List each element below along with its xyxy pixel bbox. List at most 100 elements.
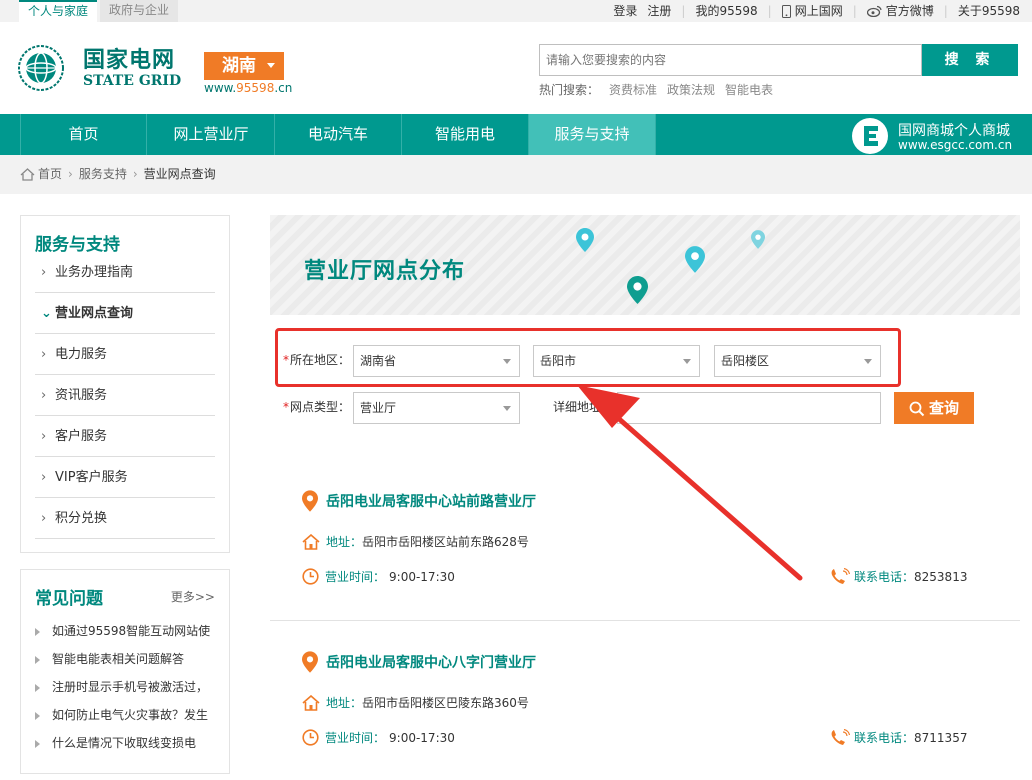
sidebar-item-info-service[interactable]: › 资讯服务: [35, 375, 215, 416]
tab-government-enterprise[interactable]: 政府与企业: [100, 0, 179, 22]
address-label: 详细地址：: [553, 400, 614, 414]
address-input[interactable]: [618, 393, 880, 423]
required-mark: *: [283, 400, 289, 414]
chevron-down-icon: ⌄: [41, 306, 52, 321]
top-utility-bar: 个人与家庭 政府与企业 登录 注册 | 我的95598 | 网上国网 | 官方微…: [0, 0, 1032, 22]
bullet-triangle-icon: [35, 627, 40, 636]
divider: |: [681, 4, 686, 18]
faq-panel: 常见问题 更多>> 如通过95598智能互动网站使 智能电能表相关问题解答 注册…: [20, 569, 230, 774]
sidebar-item-customer-service[interactable]: › 客户服务: [35, 416, 215, 457]
faq-item-label: 如何防止电气火灾事故？发生: [52, 708, 209, 722]
about-link[interactable]: 关于95598: [958, 1, 1020, 21]
chevron-right-icon: ›: [41, 429, 47, 444]
address-value: 岳阳市岳阳楼区站前东路628号: [362, 535, 529, 549]
sidebar-item-label: 营业网点查询: [55, 306, 134, 321]
outlet-name-text: 岳阳电业局客服中心站前路营业厅: [326, 494, 536, 510]
nav-electric-vehicle[interactable]: 电动汽车: [275, 114, 402, 155]
sidebar-item-vip-service[interactable]: › VIP客户服务: [35, 457, 215, 498]
faq-item[interactable]: 什么是情况下收取线变损电: [35, 733, 225, 753]
sidebar-item-label: 电力服务: [55, 347, 108, 362]
site-url-suffix: .cn: [274, 81, 293, 95]
outlet-address: 地址： 岳阳市岳阳楼区站前东路628号: [302, 533, 529, 550]
breadcrumb-home[interactable]: 首页: [38, 155, 62, 194]
location-pin-icon: [302, 651, 318, 673]
outlet-hours: 营业时间： 9:00-17:30: [302, 729, 455, 746]
hours-label: 营业时间：: [325, 570, 386, 584]
site-search-button[interactable]: 搜 索: [922, 44, 1018, 76]
chevron-right-icon: ›: [41, 511, 47, 526]
hot-search-link-smart-meter[interactable]: 智能电表: [725, 83, 773, 97]
address-value: 岳阳市岳阳楼区巴陵东路360号: [362, 696, 529, 710]
outlet-name[interactable]: 岳阳电业局客服中心八字门营业厅: [302, 651, 536, 673]
nav-service-support[interactable]: 服务与支持: [529, 114, 656, 155]
main-navigation: 首页 网上营业厅 电动汽车 智能用电 服务与支持 国网商城个人商城 www.es…: [0, 114, 1032, 155]
sidebar-item-label: 业务办理指南: [55, 265, 134, 280]
sidebar-item-label: 积分兑换: [55, 511, 108, 526]
top-links: 登录 注册 | 我的95598 | 网上国网 | 官方微博 | 关于95598: [603, 0, 1020, 22]
chevron-right-icon: ›: [41, 388, 47, 403]
sidebar-item-power-service[interactable]: › 电力服务: [35, 334, 215, 375]
divider: |: [767, 4, 772, 18]
map-pin-icon: [627, 276, 648, 304]
hot-search-label: 热门搜索：: [539, 83, 600, 97]
hot-search-link-fees[interactable]: 资费标准: [609, 83, 657, 97]
register-link[interactable]: 注册: [647, 1, 671, 21]
site-url-number: 95598: [236, 81, 275, 95]
phone-label: 联系电话：: [854, 570, 915, 584]
faq-item[interactable]: 智能电能表相关问题解答: [35, 649, 225, 669]
mobile-app-link[interactable]: 网上国网: [781, 1, 843, 21]
phone-value: 8253813: [914, 569, 968, 584]
sidebar-item-label: VIP客户服务: [55, 470, 128, 485]
nav-smart-power[interactable]: 智能用电: [402, 114, 529, 155]
query-button-label: 查询: [928, 399, 959, 417]
divider: |: [943, 4, 948, 18]
sidebar-item-outlet-query[interactable]: ⌄ 营业网点查询: [35, 293, 215, 334]
outlet-type-value: 营业厅: [360, 401, 397, 415]
home-icon: [20, 168, 35, 181]
query-button[interactable]: 查询: [894, 392, 974, 424]
site-search-box: [539, 44, 922, 76]
logo-chinese-name: 国家电网: [83, 48, 176, 73]
phone-label: 联系电话：: [854, 731, 915, 745]
my95598-link[interactable]: 我的95598: [695, 1, 757, 21]
chevron-right-icon: ›: [41, 470, 47, 485]
phone-value: 8711357: [914, 730, 968, 745]
sidebar-item-label: 客户服务: [55, 429, 108, 444]
faq-item-label: 注册时显示手机号被激活过，: [52, 680, 209, 694]
outlet-hours: 营业时间： 9:00-17:30: [302, 568, 455, 585]
faq-item[interactable]: 如通过95598智能互动网站使: [35, 621, 225, 641]
clock-icon: [302, 729, 319, 746]
nav-online-hall[interactable]: 网上营业厅: [148, 114, 275, 155]
outlet-result-card: 岳阳电业局客服中心站前路营业厅 地址： 岳阳市岳阳楼区站前东路628号 营业时间：…: [270, 490, 1020, 590]
hours-value: 9:00-17:30: [389, 730, 455, 745]
result-divider: [270, 620, 1020, 621]
faq-more-link[interactable]: 更多>>: [171, 588, 215, 605]
bullet-triangle-icon: [35, 655, 40, 664]
faq-item[interactable]: 如何防止电气火灾事故？发生: [35, 705, 225, 725]
address-field: [617, 392, 881, 424]
faq-item[interactable]: 注册时显示手机号被激活过，: [35, 677, 225, 697]
hot-search-link-policy[interactable]: 政策法规: [667, 83, 715, 97]
login-link[interactable]: 登录: [613, 1, 637, 21]
site-search-input[interactable]: [540, 45, 921, 75]
sidebar-item-points[interactable]: › 积分兑换: [35, 498, 215, 539]
breadcrumb-current: 营业网点查询: [143, 167, 216, 181]
province-switch-button[interactable]: 湖南: [204, 52, 284, 80]
outlet-banner: 营业厅网点分布: [270, 215, 1020, 315]
breadcrumb-service-support[interactable]: 服务支持: [79, 155, 127, 194]
tab-personal-family[interactable]: 个人与家庭: [19, 0, 98, 22]
site-header: 国家电网 STATE GRID 湖南 www.95598.cn 搜 索 热门搜索…: [0, 22, 1032, 114]
sidebar-item-guide[interactable]: › 业务办理指南: [35, 252, 215, 293]
state-grid-globe-icon: [18, 45, 64, 91]
weibo-link[interactable]: 官方微博: [866, 1, 934, 21]
outlet-type-select[interactable]: 营业厅: [353, 392, 520, 424]
map-pin-icon: [685, 246, 705, 273]
outlet-result-card: 岳阳电业局客服中心八字门营业厅 地址： 岳阳市岳阳楼区巴陵东路360号 营业时间：…: [270, 651, 1020, 751]
caret-down-icon: [503, 406, 511, 411]
service-sidebar: 服务与支持 › 业务办理指南 ⌄ 营业网点查询 › 电力服务 › 资讯服务 › 客户服务 …: [20, 215, 230, 553]
outlet-name[interactable]: 岳阳电业局客服中心站前路营业厅: [302, 490, 536, 512]
nav-home[interactable]: 首页: [20, 114, 147, 155]
address-label: 地址：: [326, 535, 363, 549]
type-label: *网点类型：: [283, 392, 350, 422]
sidebar-item-label: 资讯服务: [55, 388, 108, 403]
